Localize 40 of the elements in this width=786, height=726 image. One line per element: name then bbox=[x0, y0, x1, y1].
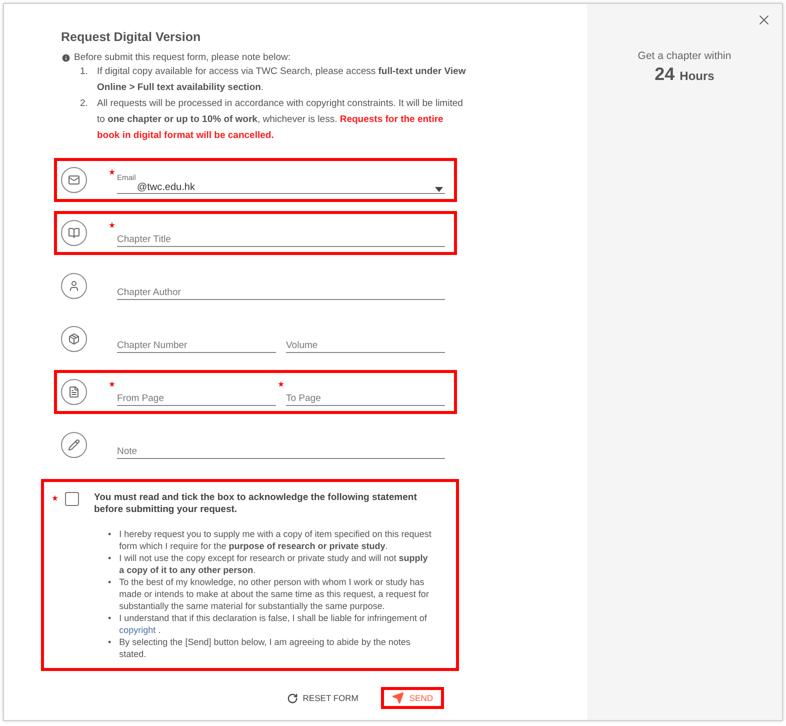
statement-item: I understand that if this declaration is false, I shall be liable for infringement of copyright . bbox=[119, 612, 428, 636]
promise-caption: Get a chapter within bbox=[638, 50, 732, 62]
email-field[interactable]: @twc.edu.hk bbox=[117, 182, 445, 194]
list-number: 1. bbox=[80, 65, 89, 79]
copyright-link[interactable]: copyright bbox=[119, 625, 156, 635]
dialog-title: Request Digital Version bbox=[61, 30, 202, 44]
book-icon bbox=[68, 227, 80, 239]
reset-icon bbox=[286, 692, 298, 704]
notice-item: All requests will be processed in accordance with copyright constraints. It will be limited to one chapter or up to 10% of work, whichever is less. Requests for the entire book in digital format will be cancelled. bbox=[97, 97, 464, 143]
info-icon bbox=[61, 52, 71, 62]
statement-item: I hereby request you to supply me with a copy of item specified on this request form which I require for the purpose of research or private study. bbox=[119, 528, 432, 552]
bullet: • bbox=[108, 636, 112, 649]
person-icon bbox=[68, 280, 80, 292]
bullet: • bbox=[108, 576, 112, 589]
input-field[interactable]: Volume bbox=[286, 340, 445, 353]
bullet: • bbox=[108, 528, 112, 541]
hours-number: 24 bbox=[654, 64, 675, 85]
input-field[interactable]: Chapter Title bbox=[117, 234, 445, 247]
bullet: • bbox=[108, 612, 112, 625]
input-field[interactable]: Chapter Author bbox=[117, 287, 445, 300]
bullet: • bbox=[108, 552, 112, 565]
send-icon bbox=[392, 692, 404, 704]
input-field[interactable]: To Page bbox=[286, 393, 445, 406]
input-field[interactable]: From Page bbox=[117, 393, 276, 406]
list-number: 2. bbox=[80, 97, 89, 111]
envelope-icon bbox=[68, 174, 80, 186]
notice-text: Before submit this request form, please note below: bbox=[74, 52, 291, 63]
package-icon bbox=[68, 333, 80, 345]
statement-item: By selecting the [Send] button below, I am agreeing to abide by the notes stated. bbox=[119, 636, 412, 660]
statement-item: To the best of my knowledge, no other person with whom I work or study has made or intends to make at about the same time as this request, a request for substantially the same material for substantially the same purpose. bbox=[119, 576, 430, 612]
statement-item: I will not use the copy except for research or private study and will not supply a copy of it to any other person. bbox=[119, 552, 429, 576]
checkbox[interactable] bbox=[65, 492, 79, 506]
acknowledgement-text: You must read and tick the box to acknowledge the following statement before submitting your request. bbox=[94, 492, 418, 516]
caret-icon[interactable] bbox=[435, 187, 443, 192]
notice-item: If digital copy available for access via TWC Search, please access full-text under View Online > Full text availability section. bbox=[97, 65, 467, 95]
hours-unit: Hours bbox=[680, 69, 714, 83]
input-field[interactable]: Chapter Number bbox=[117, 340, 276, 353]
input-field[interactable]: Note bbox=[117, 446, 445, 459]
pencil-icon bbox=[68, 439, 80, 451]
document-icon bbox=[68, 386, 80, 398]
